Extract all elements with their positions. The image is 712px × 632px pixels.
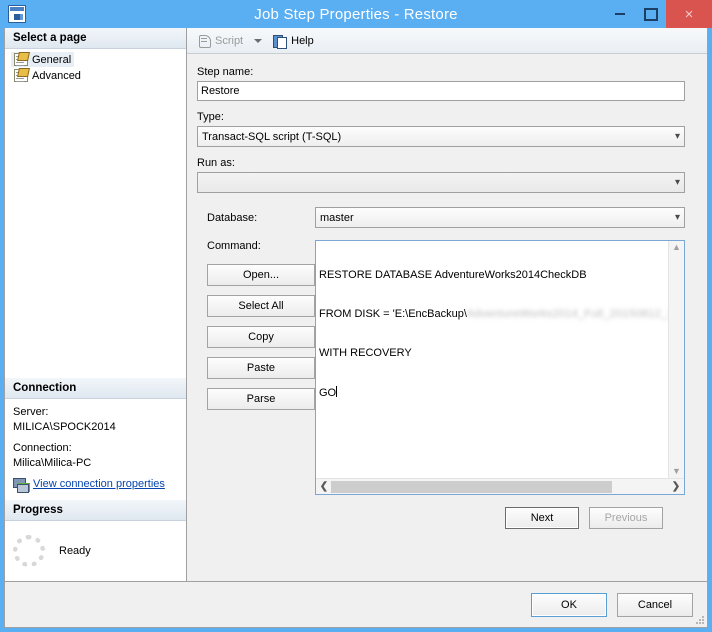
command-line-text: WITH RECOVERY	[319, 347, 412, 359]
command-text[interactable]: RESTORE DATABASE AdventureWorks2014Check…	[316, 241, 668, 478]
sidebar-item-label: Advanced	[32, 69, 81, 82]
command-horizontal-scrollbar[interactable]: ❮ ❯	[316, 478, 684, 494]
script-icon	[197, 34, 211, 48]
connection-properties-icon	[13, 478, 29, 494]
toolbar: Script Help	[187, 28, 707, 54]
hscroll-track[interactable]	[331, 480, 669, 494]
open-button[interactable]: Open...	[207, 264, 315, 286]
scroll-left-icon[interactable]: ❮	[317, 481, 331, 492]
step-name-input[interactable]	[197, 81, 685, 101]
connection-label: Connection:	[13, 442, 72, 455]
connection-header: Connection	[5, 377, 186, 399]
server-value: MILICA\SPOCK2014	[13, 420, 116, 433]
sidebar-item-general[interactable]: General	[11, 52, 75, 67]
chevron-down-icon: ▾	[674, 211, 680, 223]
chevron-down-icon: ▾	[674, 176, 680, 188]
chevron-down-icon: ▾	[674, 130, 680, 142]
sidebar-item-advanced[interactable]: Advanced	[11, 68, 84, 83]
run-as-label: Run as:	[197, 157, 235, 169]
ok-button[interactable]: OK	[531, 592, 607, 617]
command-line: FROM DISK = 'E:\EncBackup\AdventureWorks…	[319, 308, 668, 321]
text-caret	[336, 386, 338, 397]
progress-spinner-icon	[13, 535, 45, 567]
connection-value: Milica\Milica-PC	[13, 456, 92, 469]
general-form: Step name: Type: Transact-SQL script (T-…	[187, 54, 707, 581]
type-label: Type:	[197, 111, 224, 123]
progress-header: Progress	[5, 500, 186, 521]
sidebar-item-label: General	[32, 53, 72, 66]
command-line: RESTORE DATABASE AdventureWorks2014Check…	[319, 269, 665, 282]
parse-button[interactable]: Parse	[207, 388, 315, 410]
command-editor[interactable]: RESTORE DATABASE AdventureWorks2014Check…	[315, 240, 685, 495]
dialog-body: Select a page General Advanced Connectio…	[4, 28, 708, 628]
server-block: Server: MILICA\SPOCK2014	[13, 405, 178, 434]
command-line-text: GO	[319, 387, 337, 399]
paste-button[interactable]: Paste	[207, 357, 315, 379]
close-button[interactable]: ×	[666, 0, 712, 28]
select-page-header: Select a page	[5, 28, 186, 49]
cancel-button[interactable]: Cancel	[617, 592, 693, 617]
maximize-button[interactable]	[635, 0, 666, 28]
next-button[interactable]: Next	[505, 507, 579, 529]
minimize-button[interactable]	[604, 0, 635, 28]
resize-grip[interactable]	[694, 614, 704, 624]
script-label: Script	[215, 34, 244, 47]
command-line: WITH RECOVERY	[319, 347, 665, 360]
command-buttons-column: Command: Open... Select All Copy Paste P…	[197, 240, 315, 495]
progress-status: Ready	[59, 545, 91, 557]
command-row: Command: Open... Select All Copy Paste P…	[197, 240, 685, 495]
hscroll-thumb[interactable]	[331, 480, 612, 493]
right-panel: Script Help Step name: Type: Transact-SQ…	[187, 28, 707, 581]
copy-button[interactable]: Copy	[207, 326, 315, 348]
help-button[interactable]: Help	[269, 32, 318, 50]
page-icon	[14, 69, 28, 82]
page-list: General Advanced	[5, 49, 186, 84]
select-all-button[interactable]: Select All	[207, 295, 315, 317]
page-icon	[14, 53, 28, 66]
connection-block: Connection: Milica\Milica-PC	[13, 441, 178, 470]
help-icon	[273, 34, 288, 49]
command-line-redacted: AdventureWorks2014_Full_20150812_19	[466, 308, 668, 320]
command-label: Command:	[207, 240, 261, 252]
sidebar: Select a page General Advanced Connectio…	[5, 28, 187, 581]
type-select[interactable]: Transact-SQL script (T-SQL) ▾	[197, 126, 685, 147]
database-row: Database: master ▾	[197, 207, 685, 228]
run-as-select[interactable]: ▾	[197, 172, 685, 193]
window-controls: ×	[604, 0, 712, 28]
scroll-right-icon[interactable]: ❯	[669, 481, 683, 492]
scroll-down-icon[interactable]: ▼	[672, 467, 681, 476]
job-step-properties-window: Job Step Properties - Restore × Select a…	[0, 0, 712, 632]
previous-button: Previous	[589, 507, 663, 529]
properties-window-icon	[8, 5, 26, 23]
chevron-down-icon[interactable]	[254, 38, 263, 43]
progress-info: Ready	[5, 521, 186, 581]
database-value: master	[320, 211, 354, 224]
view-connection-properties-row[interactable]: View connection properties	[13, 477, 178, 494]
command-line: GO	[319, 386, 665, 399]
type-value: Transact-SQL script (T-SQL)	[202, 130, 342, 143]
dialog-footer: OK Cancel	[5, 581, 707, 627]
database-select[interactable]: master ▾	[315, 207, 685, 228]
connection-info: Server: MILICA\SPOCK2014 Connection: Mil…	[5, 399, 186, 500]
content-row: Select a page General Advanced Connectio…	[5, 28, 707, 581]
title-bar: Job Step Properties - Restore ×	[0, 0, 712, 28]
command-vertical-scrollbar[interactable]: ▲ ▼	[668, 241, 684, 478]
command-line-text: FROM DISK = 'E:\EncBackup\	[319, 308, 467, 320]
server-label: Server:	[13, 405, 49, 418]
view-connection-properties-link[interactable]: View connection properties	[33, 477, 165, 492]
database-label: Database:	[207, 211, 258, 224]
navigation-buttons: Next Previous	[197, 495, 685, 529]
script-button[interactable]: Script	[193, 32, 247, 50]
command-line-text: RESTORE DATABASE AdventureWorks2014Check…	[319, 269, 587, 281]
scroll-up-icon[interactable]: ▲	[672, 243, 681, 252]
step-name-label: Step name:	[197, 66, 254, 78]
command-editor-main: RESTORE DATABASE AdventureWorks2014Check…	[316, 241, 684, 478]
help-label: Help	[291, 34, 314, 47]
